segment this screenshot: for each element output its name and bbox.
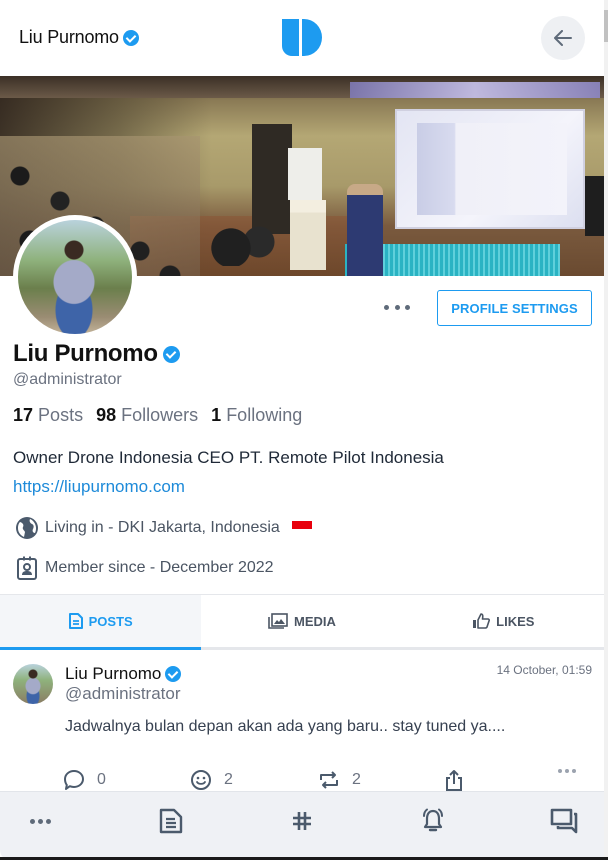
profile-avatar-image bbox=[18, 220, 132, 334]
header-title-text: Liu Purnomo bbox=[19, 27, 119, 47]
arrow-left-icon bbox=[554, 30, 572, 46]
chat-icon bbox=[550, 808, 578, 834]
tab-posts-label: POSTS bbox=[88, 613, 133, 629]
posts-stat[interactable]: 17 Posts bbox=[13, 405, 83, 426]
page-scrollbar[interactable] bbox=[604, 0, 608, 860]
ellipsis-icon bbox=[29, 818, 51, 824]
repost-icon bbox=[320, 771, 338, 789]
following-stat[interactable]: 1 Following bbox=[211, 405, 302, 426]
tab-likes-label: LIKES bbox=[496, 613, 535, 629]
document-icon bbox=[159, 808, 183, 834]
brand-logo-icon[interactable] bbox=[282, 19, 324, 56]
post-author-handle: @administrator bbox=[65, 684, 181, 703]
nav-posts[interactable] bbox=[153, 803, 189, 839]
react-button[interactable]: 2 bbox=[190, 769, 233, 791]
scrollbar-thumb[interactable] bbox=[604, 10, 608, 42]
bell-icon bbox=[423, 808, 443, 832]
more-options-button[interactable] bbox=[384, 300, 410, 314]
nav-more[interactable] bbox=[22, 803, 58, 839]
images-icon bbox=[268, 613, 288, 629]
profile-bio: Owner Drone Indonesia CEO PT. Remote Pil… bbox=[13, 448, 444, 467]
comment-icon bbox=[64, 770, 84, 790]
bottom-navigation bbox=[0, 791, 604, 860]
smiley-icon bbox=[191, 770, 211, 790]
tab-posts[interactable]: POSTS bbox=[0, 595, 202, 650]
post-author-name: Liu Purnomo bbox=[65, 664, 162, 683]
profile-website-link[interactable]: https://liupurnomo.com bbox=[13, 477, 185, 497]
verified-badge-icon bbox=[122, 29, 139, 46]
profile-settings-button[interactable]: PROFILE SETTINGS bbox=[437, 290, 592, 326]
post-author[interactable]: Liu Purnomo bbox=[65, 664, 182, 684]
followers-count: 98 bbox=[96, 405, 117, 425]
profile-handle: @administrator bbox=[13, 371, 122, 388]
nav-messages[interactable] bbox=[546, 803, 582, 839]
header-title: Liu Purnomo bbox=[19, 27, 139, 48]
profile-member-since: Member since - December 2022 bbox=[15, 556, 274, 580]
indonesia-flag-icon bbox=[291, 521, 312, 529]
repost-button[interactable]: 2 bbox=[318, 769, 361, 791]
post-actions: 0 2 2 bbox=[0, 769, 604, 791]
reaction-count: 2 bbox=[224, 771, 233, 788]
following-label: Following bbox=[226, 405, 303, 425]
back-button[interactable] bbox=[541, 16, 585, 60]
nav-notifications[interactable] bbox=[415, 803, 451, 839]
location-text: Living in - DKI Jakarta, Indonesia bbox=[45, 519, 280, 536]
post-author-avatar[interactable] bbox=[13, 664, 53, 704]
top-header: Liu Purnomo bbox=[0, 0, 600, 76]
globe-icon bbox=[16, 517, 38, 539]
thumbs-up-icon bbox=[473, 613, 491, 629]
tab-likes[interactable]: LIKES bbox=[403, 595, 604, 647]
hashtag-icon bbox=[293, 812, 311, 830]
post-timestamp[interactable]: 14 October, 01:59 bbox=[497, 663, 592, 677]
verified-badge-icon bbox=[165, 666, 182, 682]
id-badge-icon bbox=[17, 556, 37, 580]
member-since-text: Member since - December 2022 bbox=[45, 559, 274, 576]
profile-location: Living in - DKI Jakarta, Indonesia bbox=[15, 516, 312, 540]
share-button[interactable] bbox=[444, 769, 464, 791]
reply-count: 0 bbox=[97, 771, 106, 788]
share-icon bbox=[446, 770, 462, 791]
profile-name-text: Liu Purnomo bbox=[13, 340, 158, 367]
document-icon bbox=[68, 613, 83, 629]
post-more-button[interactable] bbox=[558, 769, 576, 773]
followers-label: Followers bbox=[121, 405, 199, 425]
reply-button[interactable]: 0 bbox=[63, 769, 106, 791]
posts-count: 17 bbox=[13, 405, 34, 425]
followers-stat[interactable]: 98 Followers bbox=[96, 405, 198, 426]
repost-count: 2 bbox=[352, 771, 361, 788]
following-count: 1 bbox=[211, 405, 222, 425]
verified-badge-icon bbox=[162, 345, 180, 363]
profile-stats: 17 Posts 98 Followers 1 Following bbox=[13, 405, 302, 426]
tab-media-label: MEDIA bbox=[294, 613, 336, 629]
post-text: Jadwalnya bulan depan akan ada yang baru… bbox=[65, 718, 506, 735]
nav-hashtags[interactable] bbox=[284, 803, 320, 839]
tab-media[interactable]: MEDIA bbox=[201, 595, 402, 647]
profile-tabs: POSTS MEDIA LIKES bbox=[0, 595, 604, 650]
posts-label: Posts bbox=[38, 405, 84, 425]
profile-avatar[interactable] bbox=[13, 215, 137, 339]
profile-name: Liu Purnomo bbox=[13, 340, 180, 368]
